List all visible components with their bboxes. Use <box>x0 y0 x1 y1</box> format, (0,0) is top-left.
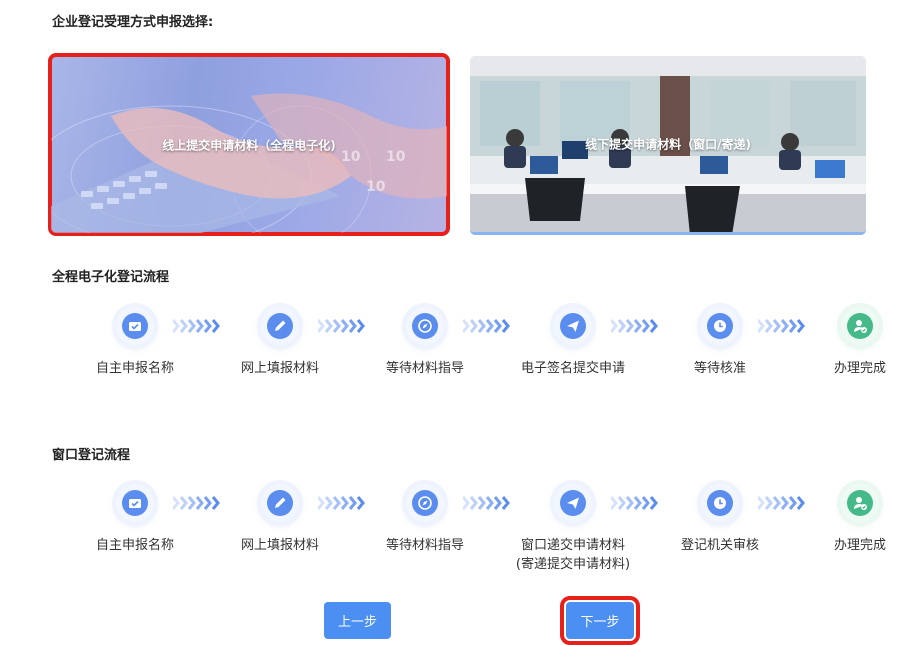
electronic-flow: 自主申报名称 网上填报材料 等待材料指导 电子签名提交申请 等待核准 办理完成 <box>60 307 886 407</box>
previous-step-button[interactable]: 上一步 <box>324 602 391 639</box>
step-icon-ring <box>406 484 444 522</box>
clock-icon <box>707 490 733 516</box>
step-icon-ring <box>554 307 592 345</box>
compass-icon <box>412 490 438 516</box>
step-label: 登记机关审核 <box>680 538 759 553</box>
folder-check-icon <box>122 490 148 516</box>
step-label: 办理完成 <box>833 538 886 553</box>
step-icon-ring <box>261 307 299 345</box>
user-check-icon <box>847 313 873 339</box>
online-submission-card[interactable]: 10 10 10 线上提交申请材料（全程电子化) <box>48 53 450 236</box>
step-label: 等待材料指导 <box>385 361 464 376</box>
flow-arrow-icon <box>609 494 661 512</box>
user-check-icon <box>847 490 873 516</box>
step-icon-ring <box>701 484 739 522</box>
step-label: 窗口递交申请材料 <box>520 538 625 553</box>
step-icon-ring <box>116 307 154 345</box>
online-submission-label: 线上提交申请材料（全程电子化) <box>162 138 336 152</box>
step-label: 自主申报名称 <box>95 361 174 376</box>
step-label: 等待材料指导 <box>385 538 464 553</box>
pencil-icon <box>267 313 293 339</box>
compass-icon <box>412 313 438 339</box>
step-icon-ring <box>406 307 444 345</box>
step-label: 自主申报名称 <box>95 538 174 553</box>
electronic-flow-title: 全程电子化登记流程 <box>52 270 170 285</box>
page-heading: 企业登记受理方式申报选择: <box>52 15 214 30</box>
flow-step: 办理完成 <box>795 307 914 378</box>
step-label: 网上填报材料 <box>240 361 319 376</box>
registration-method-page: 企业登记受理方式申报选择: 10 10 10 线上提交申请材料（全程电子化) 线… <box>0 0 914 645</box>
step-label: 等待核准 <box>693 361 746 376</box>
next-step-button[interactable]: 下一步 <box>560 596 640 645</box>
step-icon-ring <box>841 484 879 522</box>
step-icon-ring <box>701 307 739 345</box>
step-sublabel: (寄递提交申请材料) <box>515 557 631 572</box>
offline-submission-label: 线下提交申请材料（窗口/寄递) <box>585 137 751 152</box>
paper-plane-icon <box>560 490 586 516</box>
flow-arrow-icon <box>609 317 661 335</box>
pencil-icon <box>267 490 293 516</box>
svg-text:10: 10 <box>366 179 386 195</box>
window-flow-title: 窗口登记流程 <box>52 448 131 463</box>
step-label: 办理完成 <box>833 361 886 376</box>
window-flow: 自主申报名称 网上填报材料 等待材料指导 窗口递交申请材料 (寄递提交申请材料) 登记机关… <box>60 484 886 584</box>
step-icon-ring <box>841 307 879 345</box>
step-icon-ring <box>261 484 299 522</box>
flow-step: 办理完成 <box>795 484 914 555</box>
step-label: 电子签名提交申请 <box>520 361 625 376</box>
step-label: 网上填报材料 <box>240 538 319 553</box>
flow-arrow-icon <box>461 494 513 512</box>
paper-plane-icon <box>560 313 586 339</box>
flow-arrow-icon <box>461 317 513 335</box>
offline-submission-card[interactable]: 线下提交申请材料（窗口/寄递) <box>470 56 866 235</box>
step-icon-ring <box>554 484 592 522</box>
step-icon-ring <box>116 484 154 522</box>
folder-check-icon <box>122 313 148 339</box>
clock-icon <box>707 313 733 339</box>
